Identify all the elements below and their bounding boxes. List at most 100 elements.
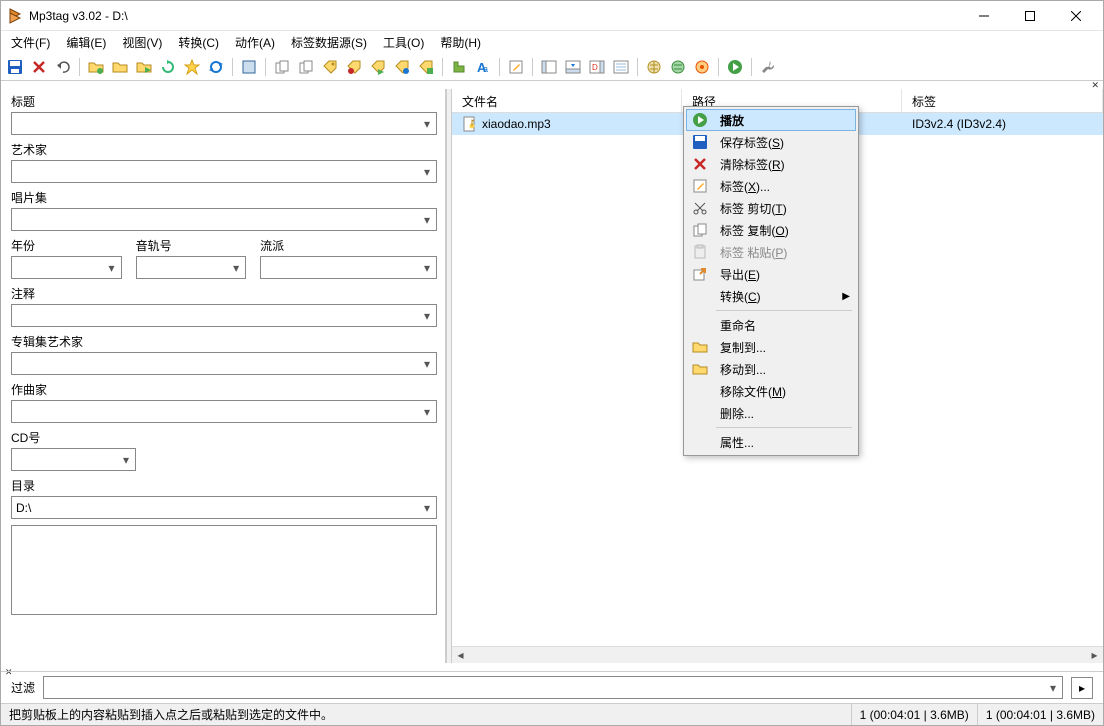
- input-composer[interactable]: [11, 400, 437, 423]
- menu-view[interactable]: 视图(V): [114, 31, 170, 53]
- delete-icon[interactable]: [28, 56, 50, 78]
- toolbar-sep: [499, 58, 500, 76]
- globe1-icon[interactable]: [643, 56, 665, 78]
- field-directory: 目录 ▾: [11, 477, 437, 519]
- globe2-icon[interactable]: [667, 56, 689, 78]
- input-album[interactable]: [11, 208, 437, 231]
- globe3-icon[interactable]: [691, 56, 713, 78]
- save-icon[interactable]: [4, 56, 26, 78]
- input-title[interactable]: [11, 112, 437, 135]
- ctx-rename[interactable]: 重命名: [686, 314, 856, 336]
- refresh-icon[interactable]: [157, 56, 179, 78]
- menu-tagsources[interactable]: 标签数据源(S): [283, 31, 375, 53]
- ctx-separator: [716, 427, 852, 428]
- ctx-moveto[interactable]: 移动到...: [686, 358, 856, 380]
- input-track[interactable]: [136, 256, 247, 279]
- label-genre: 流派: [260, 237, 437, 254]
- label-year: 年份: [11, 237, 122, 254]
- undo-icon[interactable]: [52, 56, 74, 78]
- status-count1: 1 (00:04:01 | 3.6MB): [852, 704, 978, 725]
- toolbar-sep: [232, 58, 233, 76]
- play-icon: [690, 112, 710, 128]
- minimize-button[interactable]: [961, 1, 1007, 31]
- copy2-icon[interactable]: [295, 56, 317, 78]
- ctx-save-tag[interactable]: 保存标签(S): [686, 131, 856, 153]
- label-composer: 作曲家: [11, 381, 437, 398]
- menu-tools[interactable]: 工具(O): [375, 31, 432, 53]
- row-year-track-genre: 年份 ▾ 音轨号 ▾ 流派 ▾: [11, 237, 437, 285]
- menu-actions[interactable]: 动作(A): [227, 31, 283, 53]
- blank-icon: [690, 405, 710, 421]
- scroll-left-icon[interactable]: ◂: [452, 647, 469, 664]
- menu-convert[interactable]: 转换(C): [170, 31, 227, 53]
- panel2-icon[interactable]: [562, 56, 584, 78]
- label-title: 标题: [11, 93, 437, 110]
- tag5-icon[interactable]: [415, 56, 437, 78]
- panel-grip-bottom[interactable]: ✕: [1, 663, 1103, 671]
- ctx-properties[interactable]: 属性...: [686, 431, 856, 453]
- edit-icon[interactable]: [505, 56, 527, 78]
- input-albumartist[interactable]: [11, 352, 437, 375]
- label-artist: 艺术家: [11, 141, 437, 158]
- copy-icon: [690, 222, 710, 238]
- folder-play-icon[interactable]: [133, 56, 155, 78]
- input-genre[interactable]: [260, 256, 437, 279]
- ctx-tags[interactable]: 标签(X)...: [686, 175, 856, 197]
- folder-icon: [690, 339, 710, 355]
- blank-icon: [690, 434, 710, 450]
- ctx-paste: 标签 粘贴(P): [686, 241, 856, 263]
- menu-edit[interactable]: 编辑(E): [58, 31, 114, 53]
- ctx-delete[interactable]: 删除...: [686, 402, 856, 424]
- tag1-icon[interactable]: [319, 56, 341, 78]
- input-comment[interactable]: [11, 304, 437, 327]
- copy1-icon[interactable]: [271, 56, 293, 78]
- coverart-box[interactable]: [11, 525, 437, 615]
- filter-go-button[interactable]: ▸: [1071, 677, 1093, 699]
- ctx-remove-tag[interactable]: 清除标签(R): [686, 153, 856, 175]
- col-tag[interactable]: 标签: [902, 89, 1103, 112]
- tag3-icon[interactable]: [367, 56, 389, 78]
- h-scrollbar[interactable]: ◂ ▸: [452, 646, 1103, 663]
- panel-grip-top[interactable]: ✕: [1, 81, 1103, 89]
- panel1-icon[interactable]: [538, 56, 560, 78]
- panel4-icon[interactable]: [610, 56, 632, 78]
- maximize-button[interactable]: [1007, 1, 1053, 31]
- ctx-remove-file[interactable]: 移除文件(M): [686, 380, 856, 402]
- menu-help[interactable]: 帮助(H): [432, 31, 489, 53]
- wrench-icon[interactable]: [757, 56, 779, 78]
- ctx-play[interactable]: 播放: [686, 109, 856, 131]
- input-artist[interactable]: [11, 160, 437, 183]
- ctx-separator: [716, 310, 852, 311]
- ctx-copy[interactable]: 标签 复制(O): [686, 219, 856, 241]
- filename-text: xiaodao.mp3: [482, 117, 551, 131]
- blank-icon: [690, 288, 710, 304]
- tag2-icon[interactable]: [343, 56, 365, 78]
- play-icon[interactable]: [724, 56, 746, 78]
- select-all-icon[interactable]: [238, 56, 260, 78]
- scroll-right-icon[interactable]: ▸: [1086, 647, 1103, 664]
- input-directory[interactable]: [11, 496, 437, 519]
- col-filename[interactable]: 文件名: [452, 89, 682, 112]
- svg-text:D: D: [592, 63, 598, 72]
- edit-icon: [690, 178, 710, 194]
- star-icon[interactable]: [181, 56, 203, 78]
- folder-add-icon[interactable]: [109, 56, 131, 78]
- label-albumartist: 专辑集艺术家: [11, 333, 437, 350]
- menu-file[interactable]: 文件(F): [3, 31, 58, 53]
- input-cd[interactable]: [11, 448, 136, 471]
- folder-open-icon[interactable]: [85, 56, 107, 78]
- status-bar: 把剪贴板上的内容粘贴到插入点之后或粘贴到选定的文件中。 1 (00:04:01 …: [1, 703, 1103, 725]
- filter-input[interactable]: [43, 676, 1063, 699]
- input-year[interactable]: [11, 256, 122, 279]
- ctx-export[interactable]: 导出(E): [686, 263, 856, 285]
- panel3-icon[interactable]: D: [586, 56, 608, 78]
- ctx-cut[interactable]: 标签 剪切(T): [686, 197, 856, 219]
- ctx-convert[interactable]: 转换(C) ▶: [686, 285, 856, 307]
- ctx-copyto[interactable]: 复制到...: [686, 336, 856, 358]
- tag4-icon[interactable]: [391, 56, 413, 78]
- action2-icon[interactable]: Aa: [472, 56, 494, 78]
- action1-icon[interactable]: [448, 56, 470, 78]
- close-button[interactable]: [1053, 1, 1099, 31]
- reload-icon[interactable]: [205, 56, 227, 78]
- mp3-file-icon: [462, 116, 478, 132]
